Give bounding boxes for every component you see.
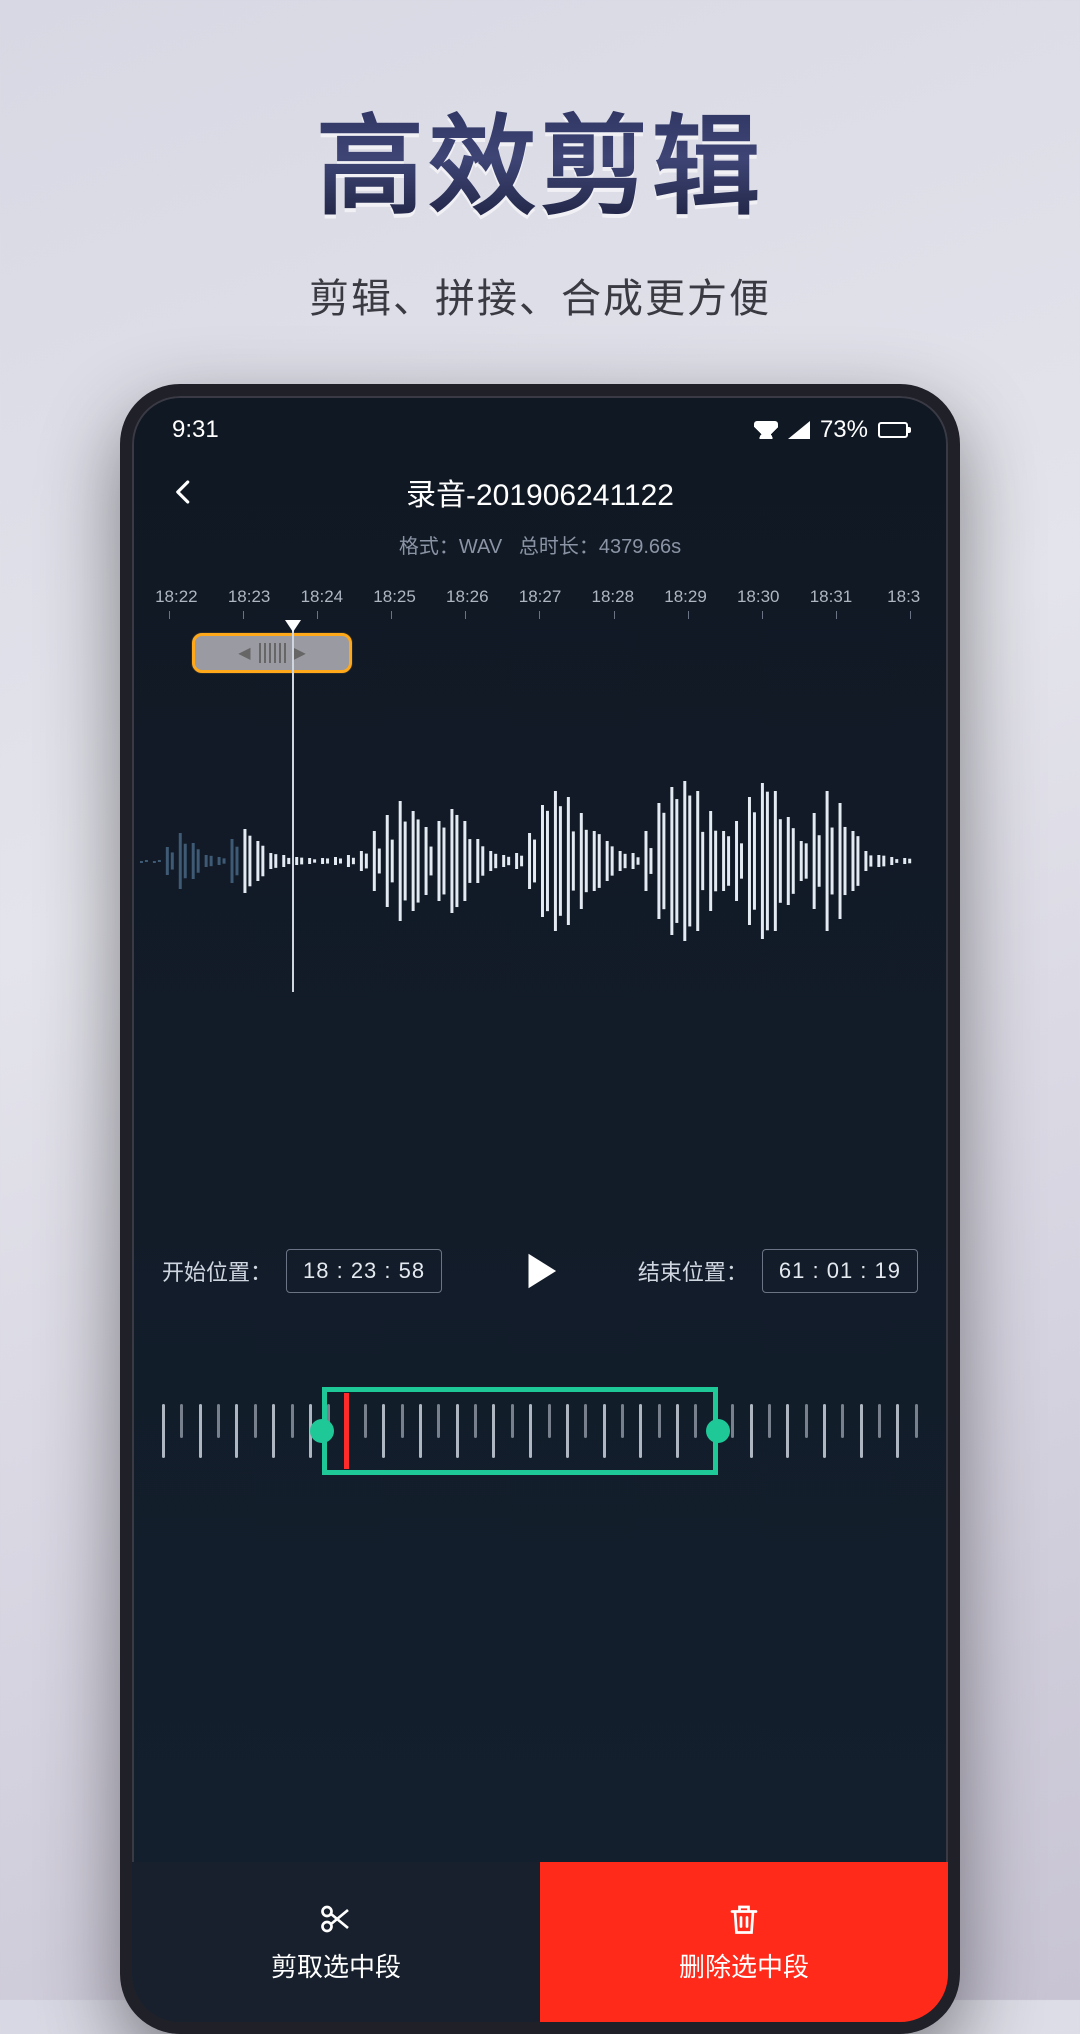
wifi-icon xyxy=(754,421,778,439)
battery-text: 73% xyxy=(820,416,868,444)
battery-icon xyxy=(878,422,908,438)
scrubber-handle[interactable]: ◀ ▶ xyxy=(192,633,352,673)
bottom-bar: 剪取选中段 删除选中段 xyxy=(132,1862,948,2022)
timeline-tick: 18:27 xyxy=(504,587,577,607)
duration-value: 4379.66s xyxy=(599,536,681,558)
phone-frame: 9:31 73% 录音-201906241122 格式：WAV 总时长：4379… xyxy=(120,384,960,2034)
timeline-tick: 18:30 xyxy=(722,587,795,607)
range-start-handle[interactable] xyxy=(310,1419,334,1443)
end-position-input[interactable]: 61 : 01 : 19 xyxy=(762,1249,918,1293)
timeline-tick: 18:24 xyxy=(285,587,358,607)
start-label: 开始位置： xyxy=(162,1255,272,1287)
timeline-tick: 18:25 xyxy=(358,587,431,607)
timeline-tick: 18:22 xyxy=(140,587,213,607)
timeline-tick: 18:28 xyxy=(576,587,649,607)
timeline-tick: 18:3 xyxy=(867,587,940,607)
range-selection-box[interactable] xyxy=(322,1387,718,1475)
chevron-right-icon: ▶ xyxy=(294,643,306,663)
delete-button[interactable]: 删除选中段 xyxy=(540,1862,948,2022)
status-time: 9:31 xyxy=(172,416,219,444)
trim-button[interactable]: 剪取选中段 xyxy=(132,1862,540,2022)
timeline-tick: 18:31 xyxy=(795,587,868,607)
signal-icon xyxy=(788,421,810,439)
status-bar: 9:31 73% xyxy=(132,396,948,452)
format-value: WAV xyxy=(459,536,502,558)
position-controls: 开始位置： 18 : 23 : 58 结束位置： 61 : 01 : 19 xyxy=(132,1221,948,1321)
format-label: 格式： xyxy=(399,536,459,558)
grip-icon xyxy=(259,643,286,663)
end-label: 结束位置： xyxy=(638,1255,748,1287)
range-end-handle[interactable] xyxy=(706,1419,730,1443)
waveform-svg xyxy=(132,776,948,946)
file-meta: 格式：WAV 总时长：4379.66s xyxy=(132,530,948,559)
app-bar: 录音-201906241122 xyxy=(132,452,948,520)
timeline: 18:2218:2318:2418:2518:2618:2718:2818:29… xyxy=(132,587,948,673)
timeline-tick: 18:26 xyxy=(431,587,504,607)
chevron-left-icon: ◀ xyxy=(238,643,250,663)
timeline-tick: 18:23 xyxy=(213,587,286,607)
trim-label: 剪取选中段 xyxy=(271,1947,401,1984)
range-selector[interactable] xyxy=(162,1381,918,1481)
play-button[interactable] xyxy=(510,1241,570,1301)
start-position-input[interactable]: 18 : 23 : 58 xyxy=(286,1249,442,1293)
range-cursor[interactable] xyxy=(344,1393,349,1469)
trash-icon xyxy=(726,1901,762,1937)
play-icon xyxy=(517,1248,563,1294)
delete-label: 删除选中段 xyxy=(679,1947,809,1984)
duration-label: 总时长： xyxy=(519,536,599,558)
scissors-icon xyxy=(318,1901,354,1937)
page-title: 录音-201906241122 xyxy=(162,470,918,514)
promo-title: 高效剪辑 xyxy=(0,80,1080,236)
waveform[interactable] xyxy=(132,681,948,1041)
timeline-tick: 18:29 xyxy=(649,587,722,607)
promo-subtitle: 剪辑、拼接、合成更方便 xyxy=(0,266,1080,324)
